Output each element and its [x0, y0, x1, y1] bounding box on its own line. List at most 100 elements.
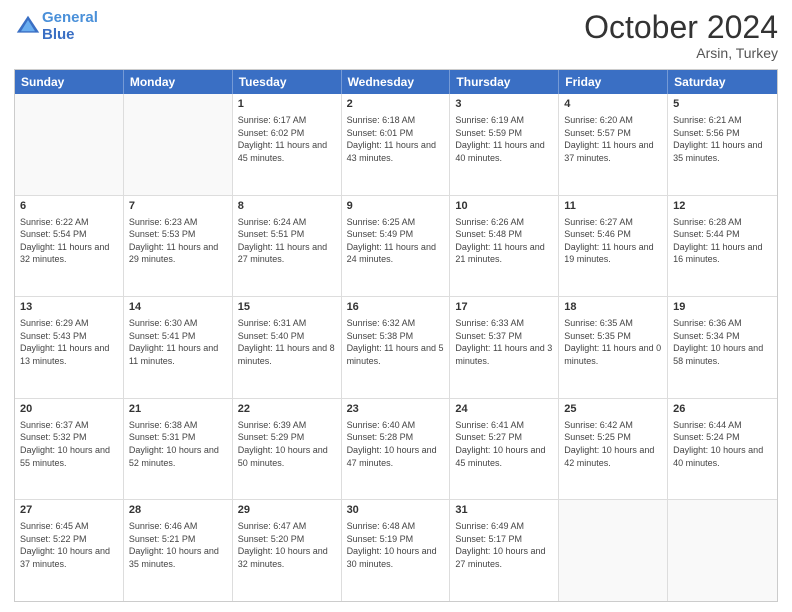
calendar-cell: 19 Sunrise: 6:36 AMSunset: 5:34 PMDayligh…	[668, 297, 777, 398]
day-name-monday: Monday	[124, 70, 233, 94]
cell-info: Sunrise: 6:37 AMSunset: 5:32 PMDaylight:…	[20, 419, 118, 469]
cell-info: Sunrise: 6:49 AMSunset: 5:17 PMDaylight:…	[455, 520, 553, 570]
page: General Blue October 2024 Arsin, Turkey …	[0, 0, 792, 612]
calendar-cell: 3Sunrise: 6:19 AMSunset: 5:59 PMDaylight…	[450, 94, 559, 195]
calendar-cell: 22 Sunrise: 6:39 AMSunset: 5:29 PMDayligh…	[233, 399, 342, 500]
calendar-cell: 26Sunrise: 6:44 AMSunset: 5:24 PMDayligh…	[668, 399, 777, 500]
calendar-cell: 27Sunrise: 6:45 AMSunset: 5:22 PMDayligh…	[15, 500, 124, 601]
calendar-cell	[124, 94, 233, 195]
cell-date: 16	[347, 300, 445, 315]
calendar-cell: 7Sunrise: 6:23 AMSunset: 5:53 PMDaylight…	[124, 196, 233, 297]
calendar-cell: 10 Sunrise: 6:26 AMSunset: 5:48 PMDayligh…	[450, 196, 559, 297]
cell-date: 11	[564, 199, 662, 214]
calendar-row-0: 1 Sunrise: 6:17 AMSunset: 6:02 PMDaylight…	[15, 94, 777, 195]
cell-date: 24	[455, 402, 553, 417]
calendar-cell: 21 Sunrise: 6:38 AMSunset: 5:31 PMDayligh…	[124, 399, 233, 500]
cell-date: 9	[347, 199, 445, 214]
calendar-row-1: 6 Sunrise: 6:22 AMSunset: 5:54 PMDaylight…	[15, 195, 777, 297]
calendar-cell	[559, 500, 668, 601]
calendar-cell: 8 Sunrise: 6:24 AMSunset: 5:51 PMDaylight…	[233, 196, 342, 297]
calendar-cell: 18 Sunrise: 6:35 AMSunset: 5:35 PMDayligh…	[559, 297, 668, 398]
cell-date: 13	[20, 300, 118, 315]
cell-info: Sunrise: 6:33 AMSunset: 5:37 PMDaylight:…	[455, 317, 553, 367]
day-name-friday: Friday	[559, 70, 668, 94]
calendar-cell: 16 Sunrise: 6:32 AMSunset: 5:38 PMDayligh…	[342, 297, 451, 398]
cell-info: Sunrise: 6:21 AMSunset: 5:56 PMDaylight:…	[673, 114, 772, 164]
cell-date: 4	[564, 97, 662, 112]
cell-date: 1	[238, 97, 336, 112]
cell-date: 10	[455, 199, 553, 214]
logo-icon	[14, 13, 42, 41]
calendar-subtitle: Arsin, Turkey	[584, 45, 778, 61]
calendar-cell: 20 Sunrise: 6:37 AMSunset: 5:32 PMDayligh…	[15, 399, 124, 500]
cell-date: 12	[673, 199, 772, 214]
cell-date: 30	[347, 503, 445, 518]
cell-date: 18	[564, 300, 662, 315]
cell-info: Sunrise: 6:20 AMSunset: 5:57 PMDaylight:…	[564, 114, 662, 164]
cell-date: 29	[238, 503, 336, 518]
cell-info: Sunrise: 6:40 AMSunset: 5:28 PMDaylight:…	[347, 419, 445, 469]
cell-date: 19	[673, 300, 772, 315]
cell-info: Sunrise: 6:22 AMSunset: 5:54 PMDaylight:…	[20, 216, 118, 266]
cell-info: Sunrise: 6:30 AMSunset: 5:41 PMDaylight:…	[129, 317, 227, 367]
cell-date: 8	[238, 199, 336, 214]
cell-info: Sunrise: 6:17 AMSunset: 6:02 PMDaylight:…	[238, 114, 336, 164]
cell-info: Sunrise: 6:38 AMSunset: 5:31 PMDaylight:…	[129, 419, 227, 469]
cell-info: Sunrise: 6:39 AMSunset: 5:29 PMDaylight:…	[238, 419, 336, 469]
day-name-wednesday: Wednesday	[342, 70, 451, 94]
cell-info: Sunrise: 6:48 AMSunset: 5:19 PMDaylight:…	[347, 520, 445, 570]
cell-info: Sunrise: 6:24 AMSunset: 5:51 PMDaylight:…	[238, 216, 336, 266]
cell-info: Sunrise: 6:32 AMSunset: 5:38 PMDaylight:…	[347, 317, 445, 367]
day-name-tuesday: Tuesday	[233, 70, 342, 94]
cell-info: Sunrise: 6:25 AMSunset: 5:49 PMDaylight:…	[347, 216, 445, 266]
cell-info: Sunrise: 6:45 AMSunset: 5:22 PMDaylight:…	[20, 520, 118, 570]
calendar-cell: 15 Sunrise: 6:31 AMSunset: 5:40 PMDayligh…	[233, 297, 342, 398]
calendar: SundayMondayTuesdayWednesdayThursdayFrid…	[14, 69, 778, 602]
calendar-cell: 28Sunrise: 6:46 AMSunset: 5:21 PMDayligh…	[124, 500, 233, 601]
calendar-cell: 9 Sunrise: 6:25 AMSunset: 5:49 PMDaylight…	[342, 196, 451, 297]
cell-date: 21	[129, 402, 227, 417]
cell-info: Sunrise: 6:29 AMSunset: 5:43 PMDaylight:…	[20, 317, 118, 367]
cell-date: 14	[129, 300, 227, 315]
cell-info: Sunrise: 6:46 AMSunset: 5:21 PMDaylight:…	[129, 520, 227, 570]
cell-date: 22	[238, 402, 336, 417]
cell-info: Sunrise: 6:26 AMSunset: 5:48 PMDaylight:…	[455, 216, 553, 266]
day-name-sunday: Sunday	[15, 70, 124, 94]
cell-info: Sunrise: 6:41 AMSunset: 5:27 PMDaylight:…	[455, 419, 553, 469]
cell-info: Sunrise: 6:31 AMSunset: 5:40 PMDaylight:…	[238, 317, 336, 367]
cell-date: 6	[20, 199, 118, 214]
calendar-cell: 5 Sunrise: 6:21 AMSunset: 5:56 PMDaylight…	[668, 94, 777, 195]
cell-info: Sunrise: 6:42 AMSunset: 5:25 PMDaylight:…	[564, 419, 662, 469]
title-block: October 2024 Arsin, Turkey	[584, 10, 778, 61]
cell-date: 15	[238, 300, 336, 315]
calendar-cell: 23Sunrise: 6:40 AMSunset: 5:28 PMDayligh…	[342, 399, 451, 500]
calendar-cell: 24 Sunrise: 6:41 AMSunset: 5:27 PMDayligh…	[450, 399, 559, 500]
calendar-cell: 29Sunrise: 6:47 AMSunset: 5:20 PMDayligh…	[233, 500, 342, 601]
logo-text: General Blue	[42, 10, 98, 43]
cell-info: Sunrise: 6:28 AMSunset: 5:44 PMDaylight:…	[673, 216, 772, 266]
cell-info: Sunrise: 6:18 AMSunset: 6:01 PMDaylight:…	[347, 114, 445, 164]
calendar-cell: 17Sunrise: 6:33 AMSunset: 5:37 PMDayligh…	[450, 297, 559, 398]
cell-info: Sunrise: 6:35 AMSunset: 5:35 PMDaylight:…	[564, 317, 662, 367]
calendar-cell: 25 Sunrise: 6:42 AMSunset: 5:25 PMDayligh…	[559, 399, 668, 500]
calendar-header: SundayMondayTuesdayWednesdayThursdayFrid…	[15, 70, 777, 94]
calendar-title: October 2024	[584, 10, 778, 45]
cell-info: Sunrise: 6:44 AMSunset: 5:24 PMDaylight:…	[673, 419, 772, 469]
calendar-row-3: 20 Sunrise: 6:37 AMSunset: 5:32 PMDayligh…	[15, 398, 777, 500]
calendar-body: 1 Sunrise: 6:17 AMSunset: 6:02 PMDaylight…	[15, 94, 777, 601]
cell-date: 2	[347, 97, 445, 112]
cell-date: 3	[455, 97, 553, 112]
calendar-cell: 31 Sunrise: 6:49 AMSunset: 5:17 PMDayligh…	[450, 500, 559, 601]
calendar-cell	[668, 500, 777, 601]
calendar-cell: 2 Sunrise: 6:18 AMSunset: 6:01 PMDaylight…	[342, 94, 451, 195]
cell-date: 20	[20, 402, 118, 417]
cell-date: 31	[455, 503, 553, 518]
calendar-cell	[15, 94, 124, 195]
cell-date: 5	[673, 97, 772, 112]
calendar-cell: 13 Sunrise: 6:29 AMSunset: 5:43 PMDayligh…	[15, 297, 124, 398]
cell-info: Sunrise: 6:36 AMSunset: 5:34 PMDaylight:…	[673, 317, 772, 367]
cell-info: Sunrise: 6:27 AMSunset: 5:46 PMDaylight:…	[564, 216, 662, 266]
calendar-cell: 1 Sunrise: 6:17 AMSunset: 6:02 PMDaylight…	[233, 94, 342, 195]
calendar-row-2: 13 Sunrise: 6:29 AMSunset: 5:43 PMDayligh…	[15, 296, 777, 398]
cell-date: 25	[564, 402, 662, 417]
